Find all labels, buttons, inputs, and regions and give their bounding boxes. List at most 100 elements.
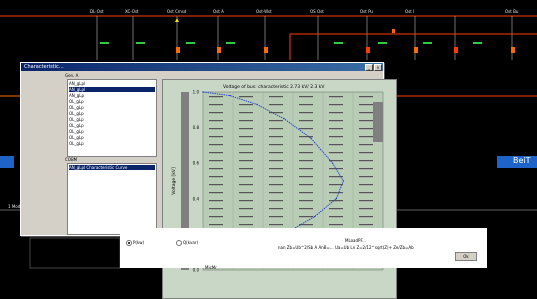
grid-segment <box>299 144 313 146</box>
right-band <box>373 102 383 142</box>
grid-segment <box>269 128 283 130</box>
grid-segment <box>299 200 313 202</box>
bottom-options-bar: P(kw) Q(kvar) MLoadPF... nan Zb=Ub^2/Sb … <box>120 228 487 270</box>
grid-segment <box>209 160 223 162</box>
grid-segment <box>359 152 373 154</box>
grid-segment <box>299 168 313 170</box>
list-item[interactable]: OL_gLp <box>69 99 84 104</box>
grid-segment <box>269 104 283 106</box>
feeder-label: Ost I <box>405 9 415 14</box>
feeder-label: OS Ost <box>310 9 324 14</box>
side-tag-right[interactable]: BeiT <box>497 156 537 168</box>
radio-p[interactable] <box>126 240 132 246</box>
y-axis-label: Voltage [kV] <box>171 167 177 195</box>
grid-segment <box>359 96 373 98</box>
list-item[interactable]: AN_gLpl <box>69 81 85 86</box>
grid-segment <box>299 128 313 130</box>
grid-segment <box>329 104 343 106</box>
list-item-selected[interactable]: AN_gLpl Characteristic Curve <box>69 165 155 170</box>
grid-segment <box>209 192 223 194</box>
dialog-titlebar[interactable]: Characteristic… _ × <box>21 63 383 71</box>
grid-segment <box>359 176 373 178</box>
grid-segment <box>209 104 223 106</box>
series-point <box>229 94 231 97</box>
grid-segment <box>239 224 253 226</box>
grid-segment <box>239 136 253 138</box>
y-tick-label: 1.0 <box>193 90 200 95</box>
series-point <box>342 180 345 182</box>
series-point <box>335 198 337 200</box>
y-tick-label: 0.8 <box>193 125 200 130</box>
list-item-selected[interactable]: AN_gLpl <box>69 87 155 92</box>
grid-segment <box>299 152 313 154</box>
breakers <box>176 29 515 53</box>
curve-list[interactable]: AN_gLpl AN_gLpl AN_gLp OL_gLp OL_gLp OL_… <box>67 79 157 157</box>
y-tick-label: 0.6 <box>193 161 200 166</box>
grid-segment <box>209 136 223 138</box>
list-item[interactable]: OL_gLp <box>69 111 84 116</box>
grid-segment <box>209 168 223 170</box>
grid-segment <box>299 216 313 218</box>
feeder-label: XC-Ost <box>125 9 139 14</box>
grid-segment <box>359 216 373 218</box>
grid-segment <box>359 200 373 202</box>
grid-segment <box>329 192 343 194</box>
radio-p-label: P(kw) <box>133 240 145 245</box>
grid-segment <box>359 160 373 162</box>
series-point <box>283 118 285 120</box>
grid-segment <box>269 224 283 226</box>
grid-segment <box>299 120 313 122</box>
list-item[interactable]: OL_gLp <box>69 117 84 122</box>
info-text: nan Zb=Ub^2/Sb A AnB=... Ua=Ub Ln Z=2/12… <box>278 245 414 250</box>
list-item[interactable]: AN_gLp <box>69 93 84 98</box>
grid-segment <box>239 184 253 186</box>
grid-segment <box>239 216 253 218</box>
grid-segment <box>269 160 283 162</box>
grid-segment <box>359 104 373 106</box>
grid-segment <box>239 208 253 210</box>
feeder-label: Ost-Wst <box>256 9 272 14</box>
group-label-top: Gen. A <box>65 73 79 78</box>
grid-segment <box>269 216 283 218</box>
grid-segment <box>209 184 223 186</box>
list-item[interactable]: OL_gLp <box>69 123 84 128</box>
grid-segment <box>359 224 373 226</box>
grid-segment <box>209 208 223 210</box>
grid-segment <box>239 168 253 170</box>
grid-segment <box>209 176 223 178</box>
grid-segment <box>359 184 373 186</box>
radio-q[interactable] <box>176 240 182 246</box>
grid-segment <box>359 112 373 114</box>
list-item[interactable]: OL_gLp <box>69 129 84 134</box>
grid-segment <box>329 144 343 146</box>
feeder-label: DL-Ost <box>90 9 104 14</box>
grid-segment <box>329 208 343 210</box>
grid-segment <box>269 208 283 210</box>
close-button[interactable]: × <box>374 64 382 71</box>
list-item[interactable]: OL_gLp <box>69 135 84 140</box>
side-tag-left[interactable] <box>0 156 14 168</box>
grid-segment <box>269 96 283 98</box>
grid-segment <box>329 216 343 218</box>
characteristic-list[interactable]: AN_gLpl Characteristic Curve <box>67 163 157 235</box>
grid-segment <box>239 200 253 202</box>
grid-segment <box>239 144 253 146</box>
minimize-button[interactable]: _ <box>365 64 373 71</box>
grid-segment <box>209 96 223 98</box>
series-point <box>256 103 258 106</box>
list-item[interactable]: OL_gLp <box>69 105 84 110</box>
grid-segment <box>299 104 313 106</box>
grid-segment <box>329 224 343 226</box>
ok-button[interactable]: Ok <box>455 252 477 261</box>
grid-segment <box>239 120 253 122</box>
grid-segment <box>209 152 223 154</box>
grid-segment <box>359 192 373 194</box>
grid-segment <box>269 168 283 170</box>
grid-segment <box>359 128 373 130</box>
grid-segment <box>329 184 343 186</box>
grid-segment <box>299 192 313 194</box>
grid-segment <box>209 216 223 218</box>
grid-segment <box>269 176 283 178</box>
list-item[interactable]: OL_gLp <box>69 141 84 146</box>
grid-segment <box>299 176 313 178</box>
